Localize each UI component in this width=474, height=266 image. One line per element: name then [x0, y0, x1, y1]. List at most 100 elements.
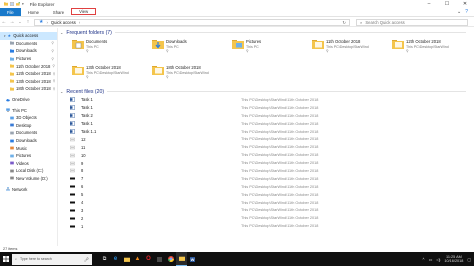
pin-icon: ⚲ — [406, 49, 409, 53]
frequent-folder-tile[interactable]: Documents This PC ⚲ — [72, 39, 152, 61]
recent-file-row[interactable]: 8 This PC\Desktop\StarWind\11th October 2… — [70, 167, 470, 175]
sidebar-item-quick-access[interactable]: ▾ ★ Quick access — [0, 32, 57, 40]
recent-file-row[interactable]: 10 This PC\Desktop\StarWind\11th October … — [70, 151, 470, 159]
notifications-icon[interactable]: ▢ — [467, 257, 471, 262]
sidebar-item-pinned[interactable]: 12th October 2018 ⚲ — [0, 70, 57, 78]
frequent-folder-tile[interactable]: 12th October 2018 This PC\Desktop\StarWin… — [392, 39, 472, 61]
chrome-icon[interactable] — [165, 252, 176, 266]
frequent-folder-tile[interactable]: Downloads This PC ⚲ — [152, 39, 232, 61]
sidebar-item-onedrive[interactable]: OneDrive — [0, 96, 57, 104]
recent-file-row[interactable]: 2 This PC\Desktop\StarWind\11th October 2… — [70, 214, 470, 222]
frequent-folder-tile[interactable]: Pictures This PC ⚲ — [232, 39, 312, 61]
taskbar-search-input[interactable]: ⌕ Type here to search — [12, 253, 92, 265]
recent-file-row[interactable]: Task 1 This PC\Desktop\StarWind\11th Octo… — [70, 96, 470, 104]
word-doc-icon — [70, 113, 75, 119]
recent-file-row[interactable]: Task 1 This PC\Desktop\StarWind\11th Octo… — [70, 104, 470, 112]
pin-icon: ⚲ — [166, 75, 169, 79]
recent-file-row[interactable]: 7 This PC\Desktop\StarWind\11th October 2… — [70, 175, 470, 183]
recent-file-row[interactable]: 3 This PC\Desktop\StarWind\11th October 2… — [70, 206, 470, 214]
recent-file-row[interactable]: Task 1 This PC\Desktop\StarWind\11th Octo… — [70, 120, 470, 128]
tab-share[interactable]: Share — [46, 8, 71, 16]
start-button[interactable] — [0, 252, 12, 266]
sidebar-item-pinned[interactable]: 11th October 2018 ⚲ — [0, 62, 57, 70]
back-icon[interactable]: ← — [0, 19, 8, 25]
sidebar-item-pinned[interactable]: 13th October 2018 ⚲ — [0, 78, 57, 86]
sidebar-item-pinned[interactable]: 18th October 2018 ⚲ — [0, 85, 57, 93]
chevron-up-icon[interactable]: ˄ — [422, 257, 424, 261]
sidebar-item-pc[interactable]: Videos — [0, 160, 57, 168]
sidebar-item-pc[interactable]: Documents — [0, 129, 57, 137]
network-tray-icon[interactable]: ▭ — [429, 257, 433, 262]
recent-file-row[interactable]: 9 This PC\Desktop\StarWind\11th October 2… — [70, 159, 470, 167]
tab-view[interactable]: View — [71, 8, 97, 15]
search-input[interactable]: ⌕ Search Quick access — [356, 18, 468, 26]
recent-file-row[interactable]: 6 This PC\Desktop\StarWind\11th October 2… — [70, 183, 470, 191]
expand-ribbon-icon[interactable]: ⌄ — [457, 9, 461, 15]
file-name: 12 — [81, 136, 86, 142]
edge-icon[interactable]: e — [110, 252, 121, 266]
sidebar-item-pc[interactable]: Desktop — [0, 122, 57, 130]
sidebar-item-pc[interactable]: 3D Objects — [0, 114, 57, 122]
sidebar-item-pc[interactable]: Pictures — [0, 152, 57, 160]
recent-file-row[interactable]: Task 1.1 This PC\Desktop\StarWind\11th Oc… — [70, 128, 470, 136]
volume-icon[interactable]: ◁) — [436, 257, 440, 262]
sidebar-item-pc[interactable]: Music — [0, 144, 57, 152]
clock[interactable]: 11:25 AM 10/16/2018 — [444, 255, 463, 264]
sidebar-item-network[interactable]: Network — [0, 185, 57, 193]
sidebar-item-pinned[interactable]: Pictures ⚲ — [0, 55, 57, 63]
up-icon[interactable]: ↑ — [24, 19, 32, 25]
app-icon[interactable] — [154, 252, 165, 266]
recent-file-row[interactable]: 5 This PC\Desktop\StarWind\11th October 2… — [70, 191, 470, 199]
pictures-folder-icon — [232, 40, 244, 49]
window-title: File Explorer — [29, 1, 55, 7]
pictures-folder-icon — [10, 56, 14, 61]
pin-icon: ⚲ — [86, 75, 89, 79]
tab-file[interactable]: File — [0, 8, 21, 16]
sidebar-item-this-pc[interactable]: This PC — [0, 106, 57, 114]
refresh-icon[interactable]: ↻ — [342, 20, 349, 25]
recent-file-row[interactable]: 11 This PC\Desktop\StarWind\11th October … — [70, 143, 470, 151]
frequent-folder-tile[interactable]: 13th October 2018 This PC\Desktop\StarWin… — [72, 65, 152, 87]
help-icon[interactable]: ? — [465, 9, 468, 15]
properties-icon[interactable] — [10, 2, 14, 6]
forward-icon[interactable]: → — [8, 19, 16, 25]
sidebar-item-pc[interactable]: New Volume (D:) — [0, 175, 57, 183]
vlc-icon[interactable]: ▲ — [132, 252, 143, 266]
recent-file-row[interactable]: Task 2 This PC\Desktop\StarWind\11th Octo… — [70, 112, 470, 120]
frequent-folders-header[interactable]: ⌄ Frequent folders (7) — [60, 28, 470, 37]
minimize-button[interactable]: – — [420, 0, 438, 8]
close-button[interactable]: ✕ — [456, 0, 474, 8]
sidebar-item-pinned[interactable]: Downloads ⚲ — [0, 47, 57, 55]
file-explorer-active-icon[interactable] — [176, 252, 187, 266]
maximize-button[interactable]: ☐ — [438, 0, 456, 8]
sidebar-item-label: 11th October 2018 — [16, 63, 51, 69]
path-segment[interactable]: Quick access — [51, 20, 76, 25]
word-icon[interactable]: W — [187, 252, 198, 266]
frequent-folder-tile[interactable]: 18th October 2018 This PC\Desktop\StarWin… — [152, 65, 232, 87]
recent-file-row[interactable]: 4 This PC\Desktop\StarWind\11th October 2… — [70, 199, 470, 207]
ribbon-controls: ⌄ ? — [457, 8, 474, 16]
tab-home[interactable]: Home — [21, 8, 46, 16]
network-icon — [6, 187, 10, 191]
sidebar-item-pc[interactable]: Downloads — [0, 137, 57, 145]
folder-icon[interactable] — [4, 2, 8, 6]
microphone-icon[interactable]: 🎤︎ — [82, 252, 91, 266]
path-field[interactable]: ★ › Quick access › ↻ — [34, 18, 350, 26]
opera-icon[interactable]: O — [143, 252, 154, 266]
drive-icon — [10, 169, 14, 173]
sidebar-item-pinned[interactable]: Documents ⚲ — [0, 40, 57, 48]
folder-icon — [10, 79, 14, 83]
recent-files-header[interactable]: ⌄ Recent files (20) — [60, 87, 470, 96]
sidebar-item-label: 13th October 2018 — [16, 78, 51, 84]
recent-file-row[interactable]: 1 This PC\Desktop\StarWind\11th October 2… — [70, 222, 470, 230]
chevron-down-icon[interactable]: ▾ — [22, 2, 24, 6]
image-file-icon — [70, 145, 75, 149]
file-explorer-taskbar-icon[interactable] — [121, 252, 132, 266]
sidebar-item-pc[interactable]: Local Disk (C:) — [0, 167, 57, 175]
frequent-folder-tile[interactable]: 11th October 2018 This PC\Desktop\StarWin… — [312, 39, 392, 61]
recent-locations-icon[interactable]: ⌄ — [16, 20, 24, 24]
task-view-icon[interactable]: ⧉ — [99, 252, 110, 266]
new-folder-icon[interactable] — [16, 2, 20, 6]
address-bar: ← → ⌄ ↑ ★ › Quick access › ↻ ⌕ Search Qu… — [0, 17, 474, 27]
recent-file-row[interactable]: 12 This PC\Desktop\StarWind\11th October … — [70, 135, 470, 143]
